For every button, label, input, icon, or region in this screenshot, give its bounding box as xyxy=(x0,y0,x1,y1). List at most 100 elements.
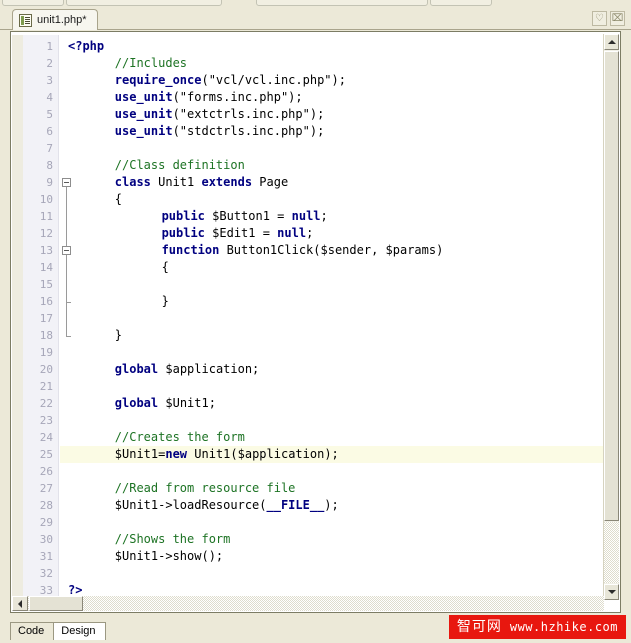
code-line-text: public $Button1 = null; xyxy=(162,208,328,225)
code-line-text: //Class definition xyxy=(115,157,245,174)
tab-design[interactable]: Design xyxy=(53,622,106,640)
code-token-plain: ("forms.inc.php"); xyxy=(172,90,303,104)
code-token-plain: ("vcl/vcl.inc.php"); xyxy=(201,73,346,87)
code-token-kw: global xyxy=(114,396,159,410)
code-token-kw: class xyxy=(114,175,151,189)
scroll-up-button[interactable] xyxy=(604,34,619,50)
code-token-kw: use_unit xyxy=(114,90,173,104)
line-number: 24 xyxy=(39,431,53,444)
line-number: 26 xyxy=(39,465,53,478)
document-tab-bar: unit1.php* ♡ ⌧ xyxy=(0,6,631,30)
code-token-tagd: <?php xyxy=(68,39,105,53)
line-number: 14 xyxy=(39,261,53,274)
code-line: 22 global $Unit1; xyxy=(12,395,604,412)
code-line: 32 xyxy=(12,565,604,582)
line-number: 13 xyxy=(39,244,53,257)
vertical-scrollbar-track[interactable] xyxy=(604,522,619,583)
code-line: 15 xyxy=(12,276,604,293)
code-token-plain: $Edit1 = xyxy=(204,226,278,240)
code-line: 4 use_unit("forms.inc.php"); xyxy=(12,89,604,106)
code-token-plain: } xyxy=(161,294,169,308)
line-number: 1 xyxy=(46,40,53,53)
code-token-cmt: //Read from resource file xyxy=(114,481,296,495)
code-line: 5 use_unit("extctrls.inc.php"); xyxy=(12,106,604,123)
php-file-icon xyxy=(19,13,32,27)
document-tab-label: unit1.php* xyxy=(37,13,87,26)
code-line: 1 <?php xyxy=(12,38,604,55)
code-line: 27 //Read from resource file xyxy=(12,480,604,497)
code-line-text: { xyxy=(162,259,169,276)
code-line-text: } xyxy=(115,327,122,344)
code-token-tagd: ?> xyxy=(68,583,83,597)
code-token-kw: __FILE__ xyxy=(266,498,325,512)
code-line: 16} xyxy=(12,293,604,310)
code-token-kw: new xyxy=(165,447,188,461)
line-number: 28 xyxy=(39,499,53,512)
line-number: 3 xyxy=(46,74,53,87)
code-line: 19 xyxy=(12,344,604,361)
line-number: 7 xyxy=(46,142,53,155)
code-token-plain: $Unit1= xyxy=(114,447,166,461)
code-line: 26 xyxy=(12,463,604,480)
arrow-up-icon xyxy=(607,40,616,44)
code-line: 17 xyxy=(12,310,604,327)
code-line: 6 use_unit("stdctrls.inc.php"); xyxy=(12,123,604,140)
code-token-plain: Unit1 xyxy=(150,175,202,189)
line-number: 18 xyxy=(39,329,53,342)
code-token-kw: global xyxy=(114,362,159,376)
fold-class-unit1-toggle[interactable] xyxy=(62,178,71,187)
code-line-text: $Unit1->loadResource(__FILE__); xyxy=(115,497,339,514)
code-line: 28 $Unit1->loadResource(__FILE__); xyxy=(12,497,604,514)
scroll-left-button[interactable] xyxy=(12,596,28,611)
code-token-plain: ("extctrls.inc.php"); xyxy=(172,107,325,121)
code-line-text: class Unit1 extends Page xyxy=(115,174,288,191)
line-number: 22 xyxy=(39,397,53,410)
editor-frame-inner: 1 <?php 2 //Includes 3 require_once("vcl/vcl.… xyxy=(11,32,620,612)
code-token-plain: $Unit1->show(); xyxy=(114,549,224,563)
watermark-url-text: www.hzhike.com xyxy=(509,620,618,634)
fold-function-button1click-toggle[interactable] xyxy=(62,246,71,255)
line-number: 17 xyxy=(39,312,53,325)
code-line-text: global $application; xyxy=(115,361,260,378)
code-line: 8 //Class definition xyxy=(12,157,604,174)
line-number: 30 xyxy=(39,533,53,546)
tab-design-label: Design xyxy=(61,625,96,637)
horizontal-scrollbar-thumb[interactable] xyxy=(29,596,83,611)
code-line-text: //Shows the form xyxy=(115,531,231,548)
watermark: 智可网 www.hzhike.com xyxy=(448,615,626,639)
code-line-text: <?php xyxy=(68,38,104,55)
scroll-down-button[interactable] xyxy=(604,584,619,600)
code-token-kw: null xyxy=(277,226,307,240)
pin-window-button[interactable]: ♡ xyxy=(592,11,607,26)
code-lines: 1 <?php 2 //Includes 3 require_once("vcl/vcl.… xyxy=(12,38,604,599)
view-tab-bar: Code Design xyxy=(10,621,106,640)
line-number: 19 xyxy=(39,346,53,359)
code-line: 29 xyxy=(12,514,604,531)
close-window-button[interactable]: ⌧ xyxy=(610,11,625,26)
line-number: 11 xyxy=(39,210,53,223)
tab-code[interactable]: Code xyxy=(10,622,55,640)
code-text-area[interactable]: 1 <?php 2 //Includes 3 require_once("vcl/vcl.… xyxy=(12,35,604,599)
editor-frame: 1 <?php 2 //Includes 3 require_once("vcl/vcl.… xyxy=(10,31,621,613)
line-number: 29 xyxy=(39,516,53,529)
code-token-kw: extends xyxy=(201,175,253,189)
line-number: 10 xyxy=(39,193,53,206)
code-line: 25 $Unit1=new Unit1($application); xyxy=(12,446,604,463)
tab-code-label: Code xyxy=(18,625,45,637)
code-line: 30 //Shows the form xyxy=(12,531,604,548)
code-line: 31 $Unit1->show(); xyxy=(12,548,604,565)
line-number: 4 xyxy=(46,91,53,104)
code-line-text: use_unit("stdctrls.inc.php"); xyxy=(115,123,325,140)
vertical-scrollbar-thumb[interactable] xyxy=(604,51,619,521)
document-tab-unit1-php[interactable]: unit1.php* xyxy=(12,9,98,30)
line-number: 12 xyxy=(39,227,53,240)
code-line-text: //Read from resource file xyxy=(115,480,296,497)
horizontal-scrollbar[interactable] xyxy=(12,596,604,611)
code-line-text: } xyxy=(162,293,169,310)
code-line: 23 xyxy=(12,412,604,429)
line-number: 32 xyxy=(39,567,53,580)
vertical-scrollbar[interactable] xyxy=(603,34,619,600)
code-line-text: public $Edit1 = null; xyxy=(162,225,314,242)
code-token-plain: $Unit1->loadResource( xyxy=(114,498,267,512)
code-token-kw: public xyxy=(161,226,205,240)
